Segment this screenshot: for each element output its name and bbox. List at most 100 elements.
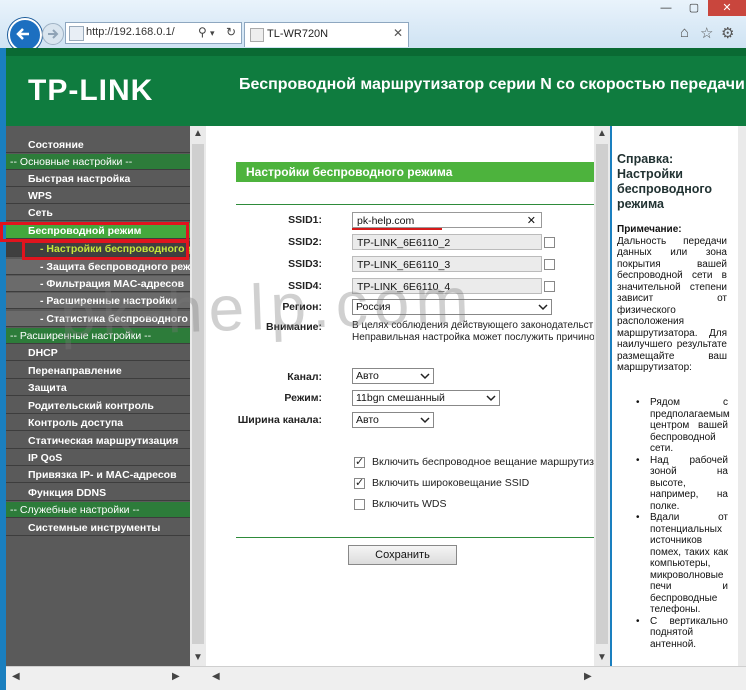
sidebar-item-network[interactable]: Сеть [6, 205, 190, 221]
sidebar-item-static-routing[interactable]: Статическая маршрутизация [6, 433, 190, 449]
divider-top [236, 204, 598, 205]
sidebar-scroll-thumb[interactable] [192, 144, 204, 644]
sidebar-item-ddns[interactable]: Функция DDNS [6, 485, 190, 501]
ssid-broadcast-label: Включить широковещание SSID [372, 477, 530, 489]
scroll-left-icon[interactable]: ◀ [212, 671, 220, 682]
help-bullet-4: С вертикально поднятой антенной. [650, 615, 728, 650]
scroll-up-icon[interactable]: ▲ [597, 128, 607, 139]
channel-width-select[interactable]: Авто [352, 412, 434, 428]
mode-select[interactable]: 11bgn смешанный [352, 390, 500, 406]
scroll-down-icon[interactable]: ▼ [597, 652, 607, 663]
list-item: • С вертикально поднятой антенной. [636, 615, 728, 650]
list-item: • Над рабочей зоной на высоте, например, … [636, 454, 728, 512]
sidebar-menu: Состояние -- Основные настройки -- Быстр… [6, 126, 190, 666]
horizontal-scrollbar[interactable]: ◀ ▶ ◀ ▶ [6, 666, 746, 690]
mode-label: Режим: [284, 392, 322, 404]
list-item: • Вдали от потенциальных источников помех… [636, 512, 728, 615]
chevron-down-icon [538, 304, 548, 311]
sidebar-item-security[interactable]: Защита [6, 380, 190, 396]
watermark: pk-help.com [58, 263, 476, 351]
back-arrow-icon [16, 28, 29, 40]
wds-label: Включить WDS [372, 498, 447, 510]
main-panel: Настройки беспроводного режима SSID1: pk… [206, 126, 610, 666]
ssid1-underline [352, 228, 442, 230]
page-title: Настройки беспроводного режима [246, 165, 453, 179]
help-list: • Рядом с предполагаемым центром вашей бе… [636, 397, 730, 650]
help-bullet-1: Рядом с предполагаемым центром вашей бес… [650, 397, 730, 454]
ssid1-value: pk-help.com [357, 215, 415, 227]
channel-label: Канал: [287, 371, 322, 383]
browser-chrome: http://192.168.0.1/ ⚲ ▾ ↻ TL-WR720N ✕ — … [0, 0, 746, 52]
help-bullet-3: Вдали от потенциальных источников помех,… [650, 512, 728, 615]
main-scroll-thumb[interactable] [596, 144, 608, 644]
highlight-box-wireless [0, 222, 189, 242]
sidebar-item-wireless-security[interactable]: - Защита беспроводного режима [6, 259, 190, 275]
sidebar-item-system-tools[interactable]: Системные инструменты [6, 520, 190, 536]
save-button[interactable]: Сохранить [348, 545, 457, 565]
help-note: Примечание: Дальность передачи данных ил… [617, 224, 727, 374]
minimize-icon[interactable]: — [652, 0, 680, 16]
scroll-up-icon[interactable]: ▲ [193, 128, 203, 139]
scroll-right-icon[interactable]: ▶ [172, 671, 180, 682]
ssid4-checkbox[interactable] [544, 281, 555, 292]
forward-button[interactable] [42, 23, 64, 45]
clear-input-icon[interactable]: ✕ [527, 213, 536, 229]
tab-close-icon[interactable]: ✕ [393, 26, 403, 40]
address-bar[interactable]: http://192.168.0.1/ ⚲ ▾ ↻ [65, 22, 242, 44]
sidebar-item-ip-mac-binding[interactable]: Привязка IP- и MAC-адресов [6, 467, 190, 483]
highlight-box-wireless-settings [22, 240, 189, 260]
refresh-icon[interactable]: ↻ [226, 25, 236, 39]
favorites-star-icon[interactable]: ☆ [700, 24, 713, 42]
home-icon[interactable]: ⌂ [680, 24, 689, 41]
header-strip [6, 48, 746, 56]
sidebar-group-system: -- Служебные настройки -- [6, 502, 190, 518]
sidebar-item-status[interactable]: Состояние [6, 137, 190, 153]
sidebar-item-forwarding[interactable]: Перенаправление [6, 363, 190, 379]
ssid1-label: SSID1: [288, 214, 322, 226]
ssid2-label: SSID2: [288, 236, 322, 248]
broadcast-checkbox[interactable] [354, 455, 365, 468]
chevron-down-icon [420, 417, 430, 424]
page-title-bar: Настройки беспроводного режима [236, 162, 598, 182]
dropdown-icon[interactable]: ▾ [210, 28, 215, 39]
maximize-icon[interactable]: ▢ [680, 0, 708, 16]
sidebar-item-quick-setup[interactable]: Быстрая настройка [6, 171, 190, 187]
wds-checkbox[interactable] [354, 499, 365, 510]
header-title: Беспроводной маршрутизатор серии N со ск… [239, 76, 746, 93]
sidebar-item-ip-qos[interactable]: IP QoS [6, 450, 190, 466]
ssid-broadcast-checkbox[interactable] [354, 476, 365, 489]
help-note-label: Примечание: [617, 224, 682, 235]
sidebar-item-parental-control[interactable]: Родительский контроль [6, 398, 190, 414]
main-scrollbar[interactable]: ▲ ▼ [594, 126, 610, 666]
channel-width-label: Ширина канала: [237, 414, 322, 426]
ssid3-checkbox[interactable] [544, 259, 555, 270]
channel-value: Авто [356, 370, 379, 382]
tab-title: TL-WR720N [267, 28, 329, 40]
chevron-down-icon [420, 373, 430, 380]
sidebar-scrollbar[interactable]: ▲ ▼ [190, 126, 206, 666]
ssid1-input[interactable]: pk-help.com ✕ [352, 212, 542, 228]
sidebar-item-wps[interactable]: WPS [6, 188, 190, 204]
tab-page-icon [250, 28, 264, 42]
sidebar-item-access-control[interactable]: Контроль доступа [6, 415, 190, 431]
mode-value: 11bgn смешанный [356, 392, 445, 404]
scroll-down-icon[interactable]: ▼ [193, 652, 203, 663]
back-button[interactable] [8, 18, 42, 52]
scroll-right-icon[interactable]: ▶ [584, 671, 592, 682]
search-icon[interactable]: ⚲ [198, 25, 207, 39]
help-panel: Справка: Настройки беспроводного режима … [612, 126, 738, 666]
settings-gear-icon[interactable]: ⚙ [721, 24, 734, 42]
forward-arrow-icon [48, 29, 59, 39]
ssid2-input[interactable]: TP-LINK_6E6110_2 [352, 234, 542, 250]
chevron-down-icon [486, 395, 496, 402]
channel-width-value: Авто [356, 414, 379, 426]
sidebar-group-basic: -- Основные настройки -- [6, 154, 190, 170]
browser-tab[interactable]: TL-WR720N ✕ [244, 22, 409, 47]
divider-bottom [236, 537, 598, 538]
window-close-icon[interactable]: ✕ [708, 0, 746, 16]
help-scrollbar[interactable] [738, 126, 746, 666]
broadcast-label: Включить беспроводное вещание маршрутиза… [372, 456, 605, 468]
scroll-left-icon[interactable]: ◀ [12, 671, 20, 682]
channel-select[interactable]: Авто [352, 368, 434, 384]
ssid2-checkbox[interactable] [544, 237, 555, 248]
